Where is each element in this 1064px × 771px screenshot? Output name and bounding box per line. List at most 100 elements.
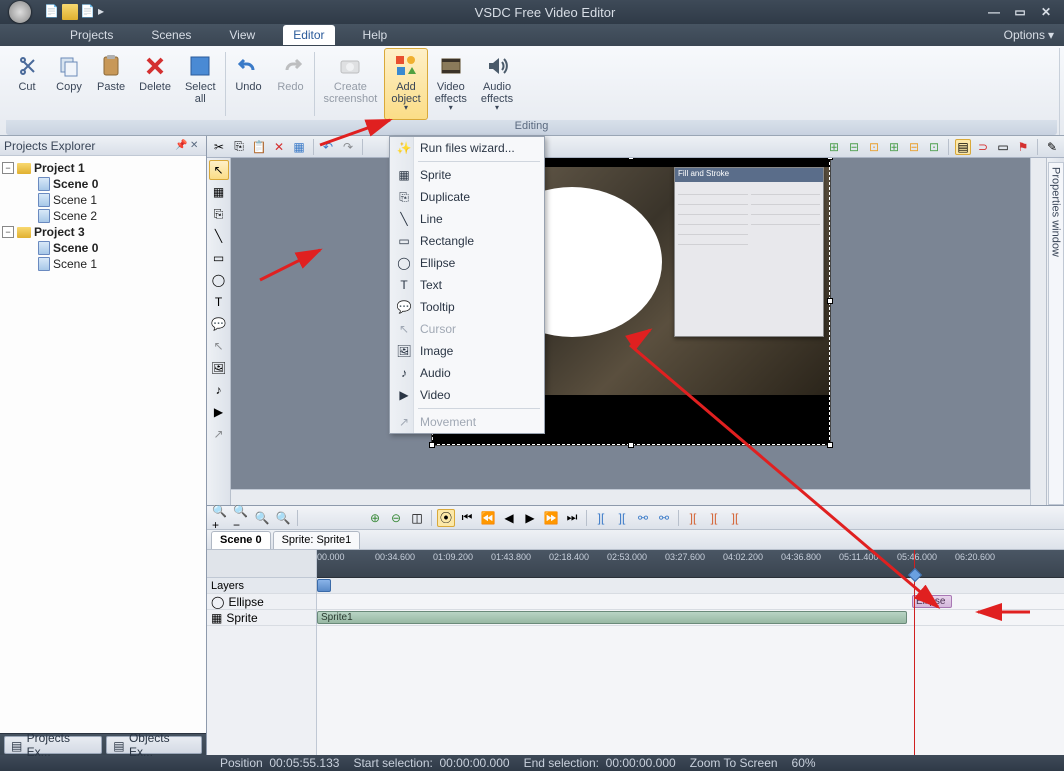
paste-button[interactable]: Paste: [90, 48, 132, 120]
tool-video[interactable]: ▶: [209, 402, 229, 422]
tb-ruler-icon[interactable]: ▭: [995, 139, 1011, 155]
vertical-scrollbar[interactable]: [1030, 158, 1046, 505]
tree-scene[interactable]: Scene 2: [2, 208, 204, 224]
select-all-button[interactable]: Select all: [178, 48, 223, 120]
tool-tooltip[interactable]: 💬: [209, 314, 229, 334]
qa-doc-icon[interactable]: 📄: [80, 4, 96, 20]
collapse-icon[interactable]: −: [2, 162, 14, 174]
layers-track[interactable]: [317, 578, 1064, 594]
tree-scene[interactable]: Scene 0: [2, 176, 204, 192]
tree-scene[interactable]: Scene 0: [2, 240, 204, 256]
tb-redo-icon[interactable]: ↷: [340, 139, 356, 155]
video-effects-button[interactable]: Video effects▾: [428, 48, 474, 120]
play-start-icon[interactable]: ⦿: [437, 509, 455, 527]
forward-icon[interactable]: ⏩: [542, 509, 560, 527]
tb-align-icon[interactable]: ⊟: [906, 139, 922, 155]
menu-audio[interactable]: ♪Audio: [390, 362, 544, 384]
menu-view[interactable]: View: [219, 25, 265, 45]
copy-button[interactable]: Copy: [48, 48, 90, 120]
tool-pointer[interactable]: ↖: [209, 160, 229, 180]
properties-tab[interactable]: Properties window: [1048, 162, 1064, 505]
qa-new-icon[interactable]: 📄: [44, 4, 60, 20]
redo-button[interactable]: Redo: [270, 48, 312, 120]
add-object-button[interactable]: Add object▾: [384, 48, 427, 120]
tb-flag-icon[interactable]: ⚑: [1015, 139, 1031, 155]
tb-copy-icon[interactable]: ⎘: [231, 139, 247, 155]
resize-handle[interactable]: [827, 298, 833, 304]
menu-help[interactable]: Help: [353, 25, 398, 45]
pin-icon[interactable]: 📌: [175, 140, 187, 152]
delete-button[interactable]: Delete: [132, 48, 178, 120]
resize-handle[interactable]: [827, 442, 833, 448]
tool-ellipse[interactable]: ◯: [209, 270, 229, 290]
playhead[interactable]: [914, 550, 915, 755]
screenshot-button[interactable]: Create screenshot: [317, 48, 385, 120]
tb-align-icon[interactable]: ⊞: [886, 139, 902, 155]
menu-sprite[interactable]: ▦Sprite: [390, 164, 544, 186]
ellipse-clip[interactable]: Ellipse: [912, 595, 952, 608]
menu-projects[interactable]: Projects: [60, 25, 123, 45]
crop-icon[interactable]: ◫: [408, 509, 426, 527]
layer-clip[interactable]: [317, 579, 331, 592]
tb-grid-icon[interactable]: ▤: [955, 139, 971, 155]
menu-line[interactable]: ╲Line: [390, 208, 544, 230]
timeline-tab-sprite[interactable]: Sprite: Sprite1: [273, 531, 361, 549]
menu-tooltip[interactable]: 💬Tooltip: [390, 296, 544, 318]
maximize-button[interactable]: ▭: [1012, 4, 1028, 20]
menu-options[interactable]: Options▾: [1004, 28, 1064, 42]
menu-rectangle[interactable]: ▭Rectangle: [390, 230, 544, 252]
tree-scene[interactable]: Scene 1: [2, 192, 204, 208]
next-frame-icon[interactable]: ▶: [521, 509, 539, 527]
tb-delete-icon[interactable]: ✕: [271, 139, 287, 155]
skip-start-icon[interactable]: ⏮: [458, 509, 476, 527]
menu-video[interactable]: ▶Video: [390, 384, 544, 406]
zoom-out-icon[interactable]: 🔍−: [232, 509, 250, 527]
tool-duplicate[interactable]: ⎘: [209, 204, 229, 224]
tool-image[interactable]: 🖼: [209, 358, 229, 378]
time-ruler[interactable]: 00.000 00:34.600 01:09.200 01:43.800 02:…: [317, 550, 1064, 578]
close-icon[interactable]: ✕: [190, 140, 202, 152]
menu-scenes[interactable]: Scenes: [141, 25, 201, 45]
horizontal-scrollbar[interactable]: [231, 489, 1030, 505]
tool-audio[interactable]: ♪: [209, 380, 229, 400]
tool-cursor[interactable]: ↖: [209, 336, 229, 356]
link-icon[interactable]: ⚯: [634, 509, 652, 527]
tb-select-icon[interactable]: ▦: [291, 139, 307, 155]
timeline-tab-scene[interactable]: Scene 0: [211, 531, 271, 549]
split-icon[interactable]: ][: [684, 509, 702, 527]
close-button[interactable]: ✕: [1038, 4, 1054, 20]
skip-end-icon[interactable]: ⏭: [563, 509, 581, 527]
split-icon[interactable]: ][: [705, 509, 723, 527]
tb-brush-icon[interactable]: ✎: [1044, 139, 1060, 155]
undo-button[interactable]: Undo: [228, 48, 270, 120]
project-tree[interactable]: −Project 1 Scene 0 Scene 1 Scene 2 −Proj…: [0, 156, 206, 733]
tb-align-icon[interactable]: ⊡: [926, 139, 942, 155]
remove-track-icon[interactable]: ⊖: [387, 509, 405, 527]
marker-icon[interactable]: ][: [592, 509, 610, 527]
menu-duplicate[interactable]: ⎘Duplicate: [390, 186, 544, 208]
viewport[interactable]: Fill and Stroke: [231, 158, 1046, 505]
resize-handle[interactable]: [827, 158, 833, 160]
zoom-fit-icon[interactable]: 🔍: [253, 509, 271, 527]
menu-ellipse[interactable]: ◯Ellipse: [390, 252, 544, 274]
tree-project[interactable]: −Project 3: [2, 224, 204, 240]
minimize-button[interactable]: —: [986, 4, 1002, 20]
tree-scene[interactable]: Scene 1: [2, 256, 204, 272]
sprite-clip[interactable]: Sprite1: [317, 611, 907, 624]
menu-text[interactable]: TText: [390, 274, 544, 296]
sprite-track[interactable]: Sprite1: [317, 610, 1064, 626]
tool-movement[interactable]: ↗: [209, 424, 229, 444]
tb-align-icon[interactable]: ⊞: [826, 139, 842, 155]
rewind-icon[interactable]: ⏪: [479, 509, 497, 527]
add-track-icon[interactable]: ⊕: [366, 509, 384, 527]
track-header-sprite[interactable]: ▦Sprite: [207, 610, 316, 626]
cut-button[interactable]: Cut: [6, 48, 48, 120]
menu-image[interactable]: 🖼Image: [390, 340, 544, 362]
tb-align-icon[interactable]: ⊟: [846, 139, 862, 155]
prev-frame-icon[interactable]: ◀: [500, 509, 518, 527]
collapse-icon[interactable]: −: [2, 226, 14, 238]
marker-icon[interactable]: ][: [613, 509, 631, 527]
track-header-ellipse[interactable]: ◯Ellipse: [207, 594, 316, 610]
tab-objects-explorer[interactable]: ▤Objects Ex...: [106, 736, 202, 754]
tool-line[interactable]: ╲: [209, 226, 229, 246]
